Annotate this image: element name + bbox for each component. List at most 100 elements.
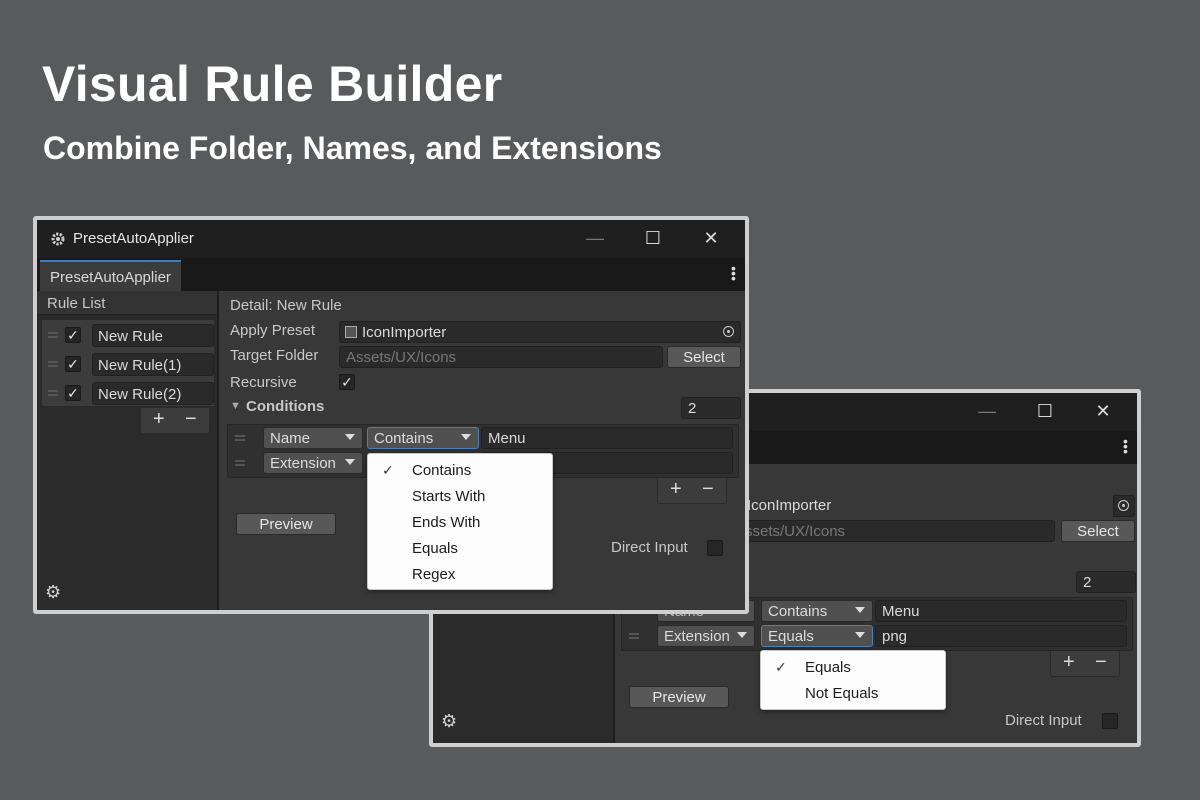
preview-button[interactable]: Preview	[629, 686, 729, 708]
recursive-label: Recursive	[230, 374, 297, 391]
drag-handle-icon[interactable]	[48, 361, 58, 367]
direct-input-checkbox[interactable]	[707, 540, 723, 556]
apply-preset-label: Apply Preset	[230, 322, 316, 339]
chevron-down-icon	[855, 607, 865, 613]
chevron-down-icon	[461, 434, 471, 440]
close-button[interactable]: ✕	[1091, 400, 1115, 424]
chevron-down-icon	[737, 632, 747, 638]
remove-rule-button[interactable]: −	[185, 408, 197, 431]
condition-field-dropdown[interactable]: Extension	[657, 625, 755, 647]
condition-field-dropdown[interactable]: Name	[263, 427, 363, 449]
menu-item-equals[interactable]: Equals	[805, 659, 851, 676]
rule-name-field[interactable]: New Rule(2)	[92, 382, 214, 405]
preview-button[interactable]: Preview	[236, 513, 336, 535]
settings-gear-icon[interactable]: ⚙	[441, 711, 457, 732]
add-condition-button[interactable]: +	[1063, 651, 1075, 674]
drag-handle-icon[interactable]	[629, 633, 639, 639]
rule-add-remove: + −	[140, 408, 210, 434]
object-picker-icon[interactable]	[723, 326, 734, 337]
conditions-label: Conditions	[246, 398, 325, 415]
condition-field-value: Extension	[664, 628, 730, 645]
direct-input-label: Direct Input	[1005, 712, 1082, 729]
condition-value-input[interactable]: Menu	[875, 600, 1127, 622]
condition-field-dropdown[interactable]: Extension	[263, 452, 363, 474]
rule-enabled-checkbox[interactable]: ✓	[65, 356, 81, 372]
condition-add-remove: + −	[1050, 651, 1120, 677]
front-window-titlebar: PresetAutoApplier — ☐ ✕	[37, 220, 745, 258]
list-item[interactable]: ✓ New Rule(1)	[42, 350, 214, 379]
menu-item-starts-with[interactable]: Starts With	[412, 488, 485, 505]
kebab-menu-icon[interactable]: • • •	[731, 261, 736, 285]
rule-enabled-checkbox[interactable]: ✓	[65, 327, 81, 343]
target-folder-label: Target Folder	[230, 347, 319, 364]
condition-operator-dropdown[interactable]: Contains	[367, 427, 479, 449]
condition-operator-value: Contains	[374, 430, 434, 447]
direct-input-label: Direct Input	[611, 539, 688, 556]
condition-field-value: Extension	[270, 455, 336, 472]
apply-preset-field[interactable]: IconImporter	[339, 321, 741, 343]
window-title: PresetAutoApplier	[73, 230, 194, 247]
conditions-count-field[interactable]: 2	[681, 397, 741, 419]
chevron-down-icon	[345, 459, 355, 465]
remove-condition-button[interactable]: −	[702, 478, 714, 501]
rule-name-field[interactable]: New Rule	[92, 324, 214, 347]
kebab-menu-icon[interactable]: • • •	[1123, 434, 1128, 458]
rule-list-pane: Rule List ✓ New Rule ✓ New Rule(1) ✓ New…	[37, 291, 219, 610]
condition-operator-value: Contains	[768, 603, 828, 620]
condition-value-input[interactable]: Menu	[481, 427, 733, 449]
condition-field-value: Name	[270, 430, 311, 447]
settings-gear-icon[interactable]: ⚙	[45, 582, 61, 603]
operator-popup-menu: ✓ Equals Not Equals	[760, 650, 946, 710]
conditions-foldout-arrow-icon[interactable]: ▼	[230, 400, 241, 412]
conditions-count-field[interactable]: 2	[1076, 571, 1136, 593]
add-condition-button[interactable]: +	[670, 478, 682, 501]
maximize-button[interactable]: ☐	[641, 227, 665, 251]
remove-condition-button[interactable]: −	[1095, 651, 1107, 674]
rule-enabled-checkbox[interactable]: ✓	[65, 385, 81, 401]
front-window-tabbar: PresetAutoApplier • • •	[37, 258, 745, 291]
list-item[interactable]: ✓ New Rule	[42, 321, 214, 350]
drag-handle-icon[interactable]	[48, 390, 58, 396]
condition-operator-value: Equals	[768, 628, 814, 645]
drag-handle-icon[interactable]	[235, 435, 245, 441]
hero-title: Visual Rule Builder	[42, 56, 503, 112]
target-folder-field[interactable]: Assets/UX/Icons	[339, 346, 663, 368]
menu-item-not-equals[interactable]: Not Equals	[805, 685, 878, 702]
preset-file-icon	[345, 326, 357, 338]
minimize-button[interactable]: —	[583, 227, 607, 251]
menu-item-ends-with[interactable]: Ends With	[412, 514, 480, 531]
menu-item-equals[interactable]: Equals	[412, 540, 458, 557]
detail-header: Detail: New Rule	[230, 297, 342, 314]
rule-list: ✓ New Rule ✓ New Rule(1) ✓ New Rule(2)	[41, 319, 215, 407]
maximize-button[interactable]: ☐	[1033, 400, 1057, 424]
checkmark-icon: ✓	[775, 659, 787, 675]
object-picker-icon[interactable]	[1118, 500, 1129, 511]
drag-handle-icon[interactable]	[48, 332, 58, 338]
menu-item-regex[interactable]: Regex	[412, 566, 455, 583]
tab-preset-auto-applier[interactable]: PresetAutoApplier	[40, 260, 181, 291]
checkmark-icon: ✓	[382, 462, 394, 478]
condition-add-remove: + −	[657, 478, 727, 504]
select-folder-button[interactable]: Select	[667, 346, 741, 368]
select-folder-button[interactable]: Select	[1061, 520, 1135, 542]
list-item[interactable]: ✓ New Rule(2)	[42, 379, 214, 408]
close-button[interactable]: ✕	[699, 227, 723, 251]
minimize-button[interactable]: —	[975, 400, 999, 424]
rule-name-field[interactable]: New Rule(1)	[92, 353, 214, 376]
recursive-checkbox[interactable]: ✓	[339, 374, 355, 390]
condition-operator-dropdown[interactable]: Equals	[761, 625, 873, 647]
target-folder-field[interactable]: Assets/UX/Icons	[733, 520, 1055, 542]
operator-popup-menu: ✓ Contains Starts With Ends With Equals …	[367, 453, 553, 590]
front-window: PresetAutoApplier — ☐ ✕ PresetAutoApplie…	[33, 216, 749, 614]
add-rule-button[interactable]: +	[153, 408, 165, 431]
hero-subtitle: Combine Folder, Names, and Extensions	[43, 130, 662, 166]
chevron-down-icon	[855, 632, 865, 638]
direct-input-checkbox[interactable]	[1102, 713, 1118, 729]
condition-value-input[interactable]: png	[875, 625, 1127, 647]
drag-handle-icon[interactable]	[235, 460, 245, 466]
rule-list-header: Rule List	[37, 291, 217, 315]
chevron-down-icon	[345, 434, 355, 440]
menu-item-contains[interactable]: Contains	[412, 462, 471, 479]
condition-operator-dropdown[interactable]: Contains	[761, 600, 873, 622]
apply-preset-field[interactable]: IconImporter	[747, 495, 1113, 517]
